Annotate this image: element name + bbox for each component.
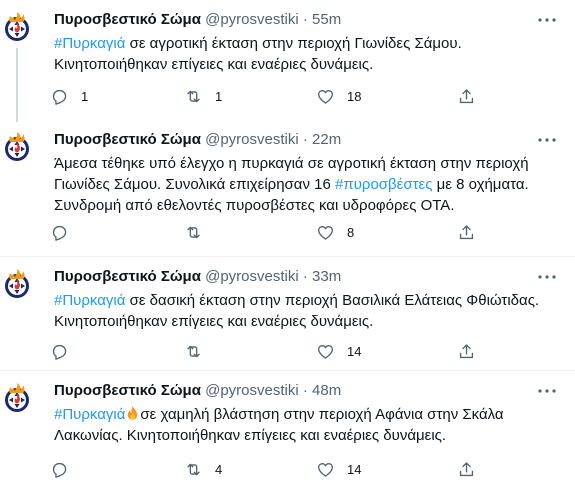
like-button[interactable]: 8 [316, 222, 354, 242]
avatar[interactable] [0, 381, 34, 415]
share-icon [457, 87, 476, 106]
avatar[interactable] [0, 130, 34, 164]
tweet-actions: 1 1 18 [54, 86, 524, 106]
tweet[interactable]: Πυροσβεστικό Σώμα @pyrosvestiki · 22m Άμ… [0, 120, 575, 258]
reply-button[interactable] [50, 459, 81, 479]
author-name[interactable]: Πυροσβεστικό Σώμα [54, 268, 201, 285]
text-segment: Κινητοποιήθηκαν επίγειες και εναέριες δυ… [54, 313, 374, 330]
timestamp[interactable]: 55m [312, 11, 341, 28]
tweet-header: Πυροσβεστικό Σώμα @pyrosvestiki · 33m [54, 267, 341, 287]
like-button[interactable]: 14 [316, 341, 361, 361]
hashtag-link[interactable]: #πυροσβέστες [335, 176, 432, 193]
retweet-icon [184, 87, 203, 106]
share-icon [457, 342, 476, 361]
author-handle[interactable]: @pyrosvestiki [205, 382, 299, 399]
tweet-actions: 8 [54, 222, 524, 242]
fire-emoji [128, 406, 138, 420]
tweet-text: #Πυρκαγιά σε δασική έκταση στην περιοχή … [54, 290, 564, 332]
heart-icon [316, 460, 335, 479]
reply-icon [50, 342, 69, 361]
text-segment: σε αγροτική έκταση στην περιοχή Γιωνίδες… [125, 35, 462, 52]
tweet[interactable]: Πυροσβεστικό Σώμα @pyrosvestiki · 55m #Π… [0, 0, 575, 122]
thread-line [16, 48, 18, 122]
timestamp[interactable]: 48m [312, 382, 341, 399]
tweet-header: Πυροσβεστικό Σώμα @pyrosvestiki · 22m [54, 130, 341, 150]
reply-button[interactable]: 1 [50, 86, 88, 106]
text-segment: Γιωνίδες Σάμου. Συνολικά επιχείρησαν 16 [54, 176, 336, 193]
share-icon [457, 460, 476, 479]
tweet-header: Πυροσβεστικό Σώμα @pyrosvestiki · 55m [54, 10, 341, 30]
more-icon[interactable] [535, 132, 559, 148]
share-button[interactable] [457, 341, 476, 361]
separator-dot: · [302, 11, 308, 28]
avatar[interactable] [0, 267, 34, 301]
retweet-icon [184, 460, 203, 479]
avatar[interactable] [0, 10, 34, 44]
like-button[interactable]: 14 [316, 459, 361, 479]
retweet-button[interactable]: 1 [184, 86, 222, 106]
like-count: 14 [347, 343, 362, 359]
text-segment: με 8 οχήματα. [432, 176, 529, 193]
tweet-text: #Πυρκαγιά σε χαμηλή βλάστηση στην περιοχή… [54, 404, 564, 446]
author-handle[interactable]: @pyrosvestiki [205, 11, 299, 28]
tweet-header: Πυροσβεστικό Σώμα @pyrosvestiki · 48m [54, 381, 341, 401]
separator-dot: · [302, 382, 308, 399]
heart-icon [316, 342, 335, 361]
share-button[interactable] [457, 459, 476, 479]
reply-count: 1 [81, 88, 89, 104]
tweet[interactable]: Πυροσβεστικό Σώμα @pyrosvestiki · 48m #Π… [0, 371, 575, 504]
separator-dot: · [302, 268, 308, 285]
author-name[interactable]: Πυροσβεστικό Σώμα [54, 11, 201, 28]
text-segment: Λακωνίας. Κινητοποιήθηκαν επίγειες και ε… [54, 427, 447, 444]
hashtag-link[interactable]: #Πυρκαγιά [54, 406, 125, 423]
reply-button[interactable] [50, 222, 81, 242]
reply-button[interactable] [50, 341, 81, 361]
reply-icon [50, 460, 69, 479]
more-icon[interactable] [535, 12, 559, 28]
tweet-actions: 14 [54, 341, 524, 361]
retweet-icon [184, 223, 203, 242]
text-segment: Κινητοποιήθηκαν επίγειες και εναέριες δυ… [54, 56, 374, 73]
author-name[interactable]: Πυροσβεστικό Σώμα [54, 382, 201, 399]
more-icon[interactable] [535, 383, 559, 399]
retweet-icon [184, 342, 203, 361]
author-name[interactable]: Πυροσβεστικό Σώμα [54, 131, 201, 148]
heart-icon [316, 223, 335, 242]
retweet-button[interactable] [184, 222, 215, 242]
tweet-text: #Πυρκαγιά σε αγροτική έκταση στην περιοχ… [54, 33, 564, 75]
hashtag-link[interactable]: #Πυρκαγιά [54, 35, 125, 52]
author-handle[interactable]: @pyrosvestiki [205, 131, 299, 148]
reply-icon [50, 87, 69, 106]
tweet-actions: 4 14 [54, 459, 524, 479]
timestamp[interactable]: 33m [312, 268, 341, 285]
like-button[interactable]: 18 [316, 86, 361, 106]
more-icon[interactable] [535, 269, 559, 285]
text-segment: Άμεσα τέθηκε υπό έλεγχο η πυρκαγιά σε αγ… [54, 155, 529, 172]
tweet-text: Άμεσα τέθηκε υπό έλεγχο η πυρκαγιά σε αγ… [54, 153, 564, 216]
retweet-count: 1 [215, 88, 223, 104]
reply-icon [50, 223, 69, 242]
timestamp[interactable]: 22m [312, 131, 341, 148]
text-segment: σε χαμηλή βλάστηση στην περιοχή Αφάνια σ… [140, 406, 504, 423]
like-count: 8 [347, 224, 355, 240]
share-button[interactable] [457, 222, 476, 242]
retweet-button[interactable] [184, 341, 215, 361]
separator-dot: · [302, 131, 308, 148]
like-count: 18 [347, 88, 362, 104]
author-handle[interactable]: @pyrosvestiki [205, 268, 299, 285]
text-segment: Συνδρομή από εθελοντές πυροσβέστες και υ… [54, 197, 455, 214]
retweet-count: 4 [215, 461, 223, 477]
like-count: 14 [347, 461, 362, 477]
hashtag-link[interactable]: #Πυρκαγιά [54, 292, 125, 309]
retweet-button[interactable]: 4 [184, 459, 222, 479]
tweet[interactable]: Πυροσβεστικό Σώμα @pyrosvestiki · 33m #Π… [0, 257, 575, 371]
share-icon [457, 223, 476, 242]
heart-icon [316, 87, 335, 106]
share-button[interactable] [457, 86, 476, 106]
text-segment: σε δασική έκταση στην περιοχή Βασιλικά Ε… [125, 292, 540, 309]
